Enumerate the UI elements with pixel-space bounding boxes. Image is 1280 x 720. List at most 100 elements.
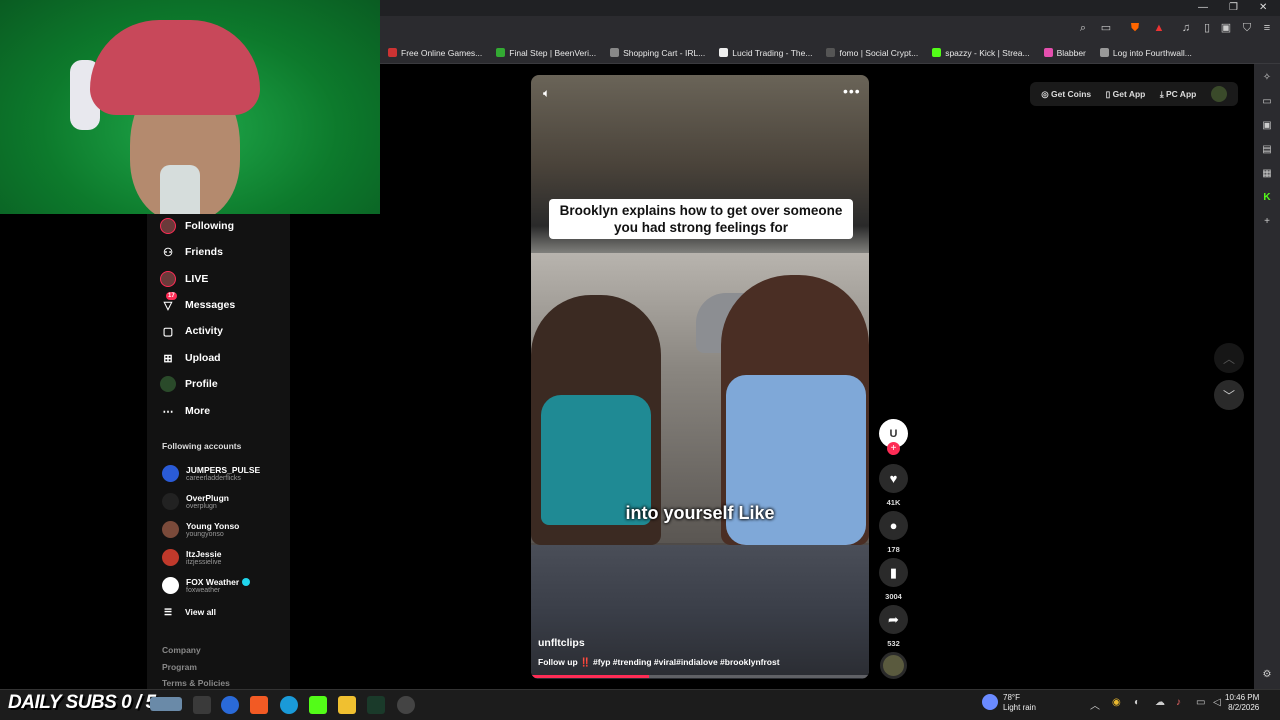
sidebar-item-following[interactable]: Following	[160, 217, 234, 235]
reading-list-icon[interactable]: ▦	[1259, 166, 1275, 182]
bookmark-item[interactable]: Log into Fourthwall...	[1099, 48, 1192, 58]
tray-app-icon-2[interactable]: ◐	[1134, 697, 1140, 708]
bookmark-item[interactable]: spazzy - Kick | Strea...	[932, 48, 1030, 58]
maximize-button[interactable]: ❐	[1229, 2, 1238, 13]
more-options-icon[interactable]: •••	[843, 83, 861, 99]
leo-ai-icon[interactable]: ✧	[1259, 70, 1275, 86]
share-icon[interactable]: ➦	[879, 605, 908, 634]
brave-shield-icon[interactable]: ⛊	[1128, 21, 1142, 35]
bookmark-item[interactable]: Shopping Cart - IRL...	[610, 48, 705, 58]
bookmark-item[interactable]: fomo | Social Crypt...	[826, 48, 918, 58]
bookmark-icon[interactable]: ▮	[879, 558, 908, 587]
weather-widget[interactable]: 78°F Light rain	[1003, 693, 1036, 713]
edge-taskbar-icon[interactable]	[280, 696, 298, 714]
app-taskbar-icon-2[interactable]	[367, 696, 385, 714]
bookmark-item[interactable]: Blabber	[1043, 48, 1086, 58]
brave-rewards-icon[interactable]: ▲	[1152, 21, 1166, 35]
cast-icon[interactable]: ▭	[1099, 21, 1113, 35]
tray-app-icon-1[interactable]: ◉	[1112, 697, 1121, 708]
sidebar-item-label: Profile	[185, 378, 218, 390]
sidebar-item-friends[interactable]: ⚇ Friends	[160, 243, 223, 261]
account-handle: youngyonso	[186, 530, 224, 538]
following-account-item[interactable]: ItzJessie itzjessielive	[162, 545, 221, 569]
footer-terms-link[interactable]: Terms & Policies	[162, 678, 230, 688]
friends-icon: ⚇	[163, 246, 173, 259]
save-action[interactable]: ▮ 3004	[879, 558, 908, 601]
video-player[interactable]: 🔈︎ ••• Brooklyn explains how to get over…	[531, 75, 869, 679]
share-action[interactable]: ➦ 532	[879, 605, 908, 648]
weather-icon[interactable]	[982, 694, 998, 710]
bookmark-label: Free Online Games...	[401, 47, 483, 58]
bookmark-item[interactable]: Lucid Trading - The...	[719, 48, 812, 58]
kick-icon[interactable]: K	[1259, 190, 1275, 206]
volume-icon[interactable]: 🔈︎	[543, 86, 550, 101]
profile-icon	[160, 376, 176, 392]
follow-plus-icon[interactable]: +	[887, 442, 900, 455]
webcam-overlay	[0, 0, 380, 214]
user-avatar[interactable]	[1210, 86, 1227, 102]
sidebar-item-label: More	[185, 405, 211, 417]
account-text: ItzJessie itzjessielive	[186, 549, 221, 566]
sidebar-item-activity[interactable]: ▢ Activity	[160, 322, 223, 340]
bookmark-favicon-icon	[610, 48, 620, 57]
following-account-item[interactable]: FOX Weather foxweather	[162, 573, 251, 597]
sidebar-item-profile[interactable]: Profile	[160, 375, 218, 393]
app-taskbar-icon-1[interactable]	[221, 696, 239, 714]
get-coins-button[interactable]: ◎ Get Coins	[1041, 89, 1091, 100]
pc-app-button[interactable]: ⤓ PC App	[1160, 89, 1197, 100]
settings-gear-icon[interactable]: ⚙	[1259, 667, 1275, 683]
following-account-item[interactable]: Young Yonso youngyonso	[162, 517, 239, 541]
sidebar-item-upload[interactable]: ⊞ Upload	[160, 349, 220, 367]
bookmarks-sidebar-icon[interactable]: ▤	[1259, 142, 1275, 158]
close-window-button[interactable]: ✕	[1259, 2, 1267, 13]
search-bar-thumb[interactable]	[150, 697, 182, 711]
sidebar-toggle-icon[interactable]: ▯	[1200, 21, 1214, 35]
bookmark-item[interactable]: Free Online Games...	[388, 48, 482, 58]
add-panel-icon[interactable]: +	[1259, 214, 1275, 230]
search-icon[interactable]: ⌕	[1076, 21, 1090, 35]
minimize-button[interactable]: —	[1198, 2, 1208, 13]
next-video-button[interactable]: ﹀	[1214, 380, 1244, 410]
obs-taskbar-icon[interactable]	[397, 696, 415, 714]
music-disc-icon[interactable]	[880, 652, 907, 679]
wallet-icon[interactable]: ▣	[1219, 21, 1233, 35]
microphone-icon[interactable]: ♪	[1176, 697, 1181, 708]
footer-program-link[interactable]: Program	[162, 662, 197, 672]
view-all-link[interactable]: ☰ View all	[160, 603, 216, 621]
network-icon[interactable]: ▭	[1196, 697, 1205, 708]
footer-company-link[interactable]: Company	[162, 645, 201, 655]
sidebar-item-live[interactable]: LIVE	[160, 270, 208, 288]
bookmark-favicon-icon	[388, 48, 397, 57]
sidebar-item-label: Friends	[185, 246, 223, 258]
like-count: 41K	[886, 498, 901, 507]
wallet-sidebar-icon[interactable]: ▣	[1259, 118, 1275, 134]
volume-tray-icon[interactable]: ◁	[1213, 697, 1221, 708]
tray-app-icon-3[interactable]: ☁	[1155, 697, 1165, 708]
tv-icon[interactable]: ▭	[1259, 94, 1275, 110]
music-icon[interactable]: ♫	[1179, 21, 1193, 35]
following-account-item[interactable]: OverPlugn overplugn	[162, 489, 229, 513]
menu-icon[interactable]: ≡	[1260, 21, 1274, 35]
comment-action[interactable]: ● 178	[879, 511, 908, 554]
following-account-item[interactable]: JUMPERS_PULSE careerladderflicks	[162, 461, 260, 485]
brave-taskbar-icon[interactable]	[250, 696, 268, 714]
heart-icon[interactable]: ♥	[879, 464, 908, 493]
system-clock[interactable]: 10:46 PM 8/2/2026	[1225, 693, 1259, 713]
streamer-hat	[90, 20, 260, 115]
kick-taskbar-icon[interactable]	[309, 696, 327, 714]
bookmark-item[interactable]: Final Step | BeenVeri...	[496, 48, 596, 58]
previous-video-button[interactable]: ︿	[1214, 343, 1244, 373]
sidebar-item-messages[interactable]: ▽ 17 Messages	[160, 292, 235, 314]
account-name: ItzJessie	[186, 549, 221, 559]
comment-icon[interactable]: ●	[879, 511, 908, 540]
water-bottle	[160, 165, 200, 214]
video-username[interactable]: unfltclips	[538, 637, 585, 649]
verified-badge-icon	[242, 577, 251, 586]
sidebar-item-more[interactable]: ⋯ More	[160, 402, 211, 420]
like-action[interactable]: ♥ 41K	[879, 464, 908, 507]
tray-overflow-icon[interactable]: ︿	[1090, 697, 1100, 712]
get-app-button[interactable]: ▯ Get App	[1106, 89, 1146, 100]
vpn-icon[interactable]: ⛉	[1240, 21, 1254, 35]
file-explorer-icon[interactable]	[338, 696, 356, 714]
task-view-icon[interactable]	[193, 696, 211, 714]
